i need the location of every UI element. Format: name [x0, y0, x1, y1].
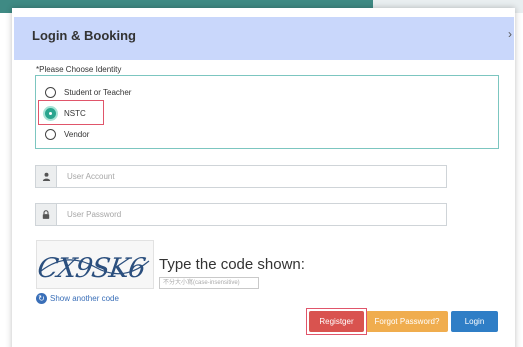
- captcha-input[interactable]: [159, 277, 259, 289]
- show-another-code-link[interactable]: ↻ Show another code: [36, 293, 119, 304]
- account-field-group: [35, 165, 447, 188]
- refresh-label: Show another code: [50, 294, 119, 303]
- refresh-icon: ↻: [36, 293, 47, 304]
- forgot-password-button[interactable]: Forgot Password?: [366, 311, 448, 332]
- radio-unchecked-icon[interactable]: [45, 86, 56, 98]
- radio-label: Vendor: [64, 129, 90, 139]
- radio-label: Student or Teacher: [64, 87, 132, 97]
- panel-header: Login & Booking ›: [14, 17, 514, 60]
- captcha-code: CX9SK6: [37, 253, 147, 284]
- radio-vendor[interactable]: Vendor: [45, 126, 89, 142]
- nstc-highlight-box: [38, 100, 104, 125]
- password-field-group: [35, 203, 447, 226]
- page-title: Login & Booking: [32, 28, 136, 43]
- identity-label: *Please Choose Identity: [36, 65, 122, 74]
- login-button[interactable]: Login: [451, 311, 498, 332]
- lock-icon: [36, 204, 57, 225]
- radio-unchecked-icon[interactable]: [45, 128, 56, 140]
- account-input[interactable]: [57, 166, 446, 187]
- password-input[interactable]: [57, 204, 446, 225]
- chevron-right-icon[interactable]: ›: [508, 27, 512, 41]
- captcha-image: CX9SK6: [36, 240, 154, 289]
- radio-student-or-teacher[interactable]: Student or Teacher: [45, 84, 131, 100]
- user-icon: [36, 166, 57, 187]
- register-highlight-box: [306, 308, 367, 335]
- captcha-caption: Type the code shown:: [159, 256, 305, 273]
